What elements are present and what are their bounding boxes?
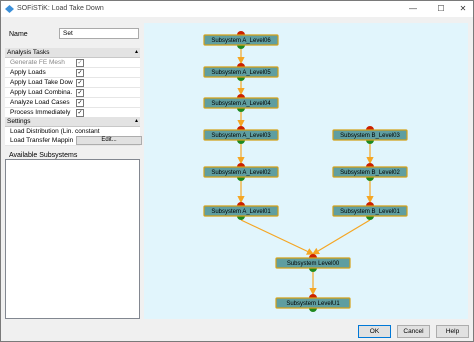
node-label: Subsystem A_Level06 — [211, 38, 271, 44]
task-label: Apply Load Combina… — [10, 89, 73, 96]
ok-button[interactable]: OK — [358, 325, 391, 338]
node-b01[interactable]: Subsystem B_Level01 — [332, 202, 408, 220]
analysis-tasks-header[interactable]: Analysis Tasks ▴ — [5, 48, 140, 58]
name-label: Name — [9, 31, 28, 38]
analysis-tasks-title: Analysis Tasks — [7, 49, 50, 56]
load-transfer-mapping-label: Load Transfer Mapping — [10, 137, 73, 144]
collapse-icon[interactable]: ▴ — [135, 117, 138, 124]
node-l00[interactable]: Subsystem Level00 — [275, 254, 351, 272]
task-row-apply-load-take-down: Apply Load Take Down ✓ — [5, 78, 140, 88]
load-distribution-label: Load Distribution (Lin… — [10, 128, 73, 135]
task-label: Analyze Load Cases — [10, 99, 70, 106]
node-label: Subsystem Level00 — [287, 261, 340, 267]
close-button[interactable]: ✕ — [451, 1, 474, 17]
title-bar: SOFiSTiK: Load Take Down — ☐ ✕ — [1, 1, 473, 17]
analyze-load-cases-checkbox[interactable]: ✓ — [76, 99, 84, 107]
task-label: Generate FE Mesh — [10, 59, 65, 66]
node-a04[interactable]: Subsystem A_Level04 — [203, 94, 279, 112]
maximize-button[interactable]: ☐ — [429, 1, 453, 17]
task-row-apply-loads: Apply Loads ✓ — [5, 68, 140, 78]
subsystem-graph-canvas[interactable]: Subsystem A_Level06 Subsystem A_Level05 Su… — [144, 23, 468, 319]
node-label: Subsystem B_Level03 — [340, 133, 400, 139]
node-b02[interactable]: Subsystem B_Level02 — [332, 163, 408, 181]
process-immediately-checkbox[interactable]: ✓ — [76, 109, 84, 117]
node-u01[interactable]: Subsystem LevelU1 — [275, 294, 351, 312]
task-row-generate-fe-mesh: Generate FE Mesh ✓ — [5, 58, 140, 68]
available-subsystems-label: Available Subsystems — [9, 152, 78, 159]
name-input[interactable]: Set — [59, 28, 139, 39]
node-label: Subsystem A_Level02 — [211, 170, 271, 176]
node-label: Subsystem B_Level01 — [340, 209, 400, 215]
node-label: Subsystem A_Level01 — [211, 209, 271, 215]
task-label: Process Immediately — [10, 109, 71, 116]
task-row-apply-load-combinations: Apply Load Combina… ✓ — [5, 88, 140, 98]
task-label: Apply Load Take Down — [10, 79, 73, 86]
load-distribution-value[interactable]: constant — [75, 128, 100, 135]
cancel-button[interactable]: Cancel — [397, 325, 430, 338]
edge-b01-l00 — [311, 219, 371, 255]
node-b03[interactable]: Subsystem B_Level03 — [332, 126, 408, 144]
apply-load-combinations-checkbox[interactable]: ✓ — [76, 89, 84, 97]
available-subsystems-list[interactable] — [5, 159, 140, 319]
load-take-down-window: SOFiSTiK: Load Take Down — ☐ ✕ Name Set … — [0, 0, 474, 342]
node-label: Subsystem LevelU1 — [286, 301, 340, 307]
settings-title: Settings — [7, 118, 31, 125]
node-a03[interactable]: Subsystem A_Level03 — [203, 126, 279, 144]
generate-fe-mesh-checkbox[interactable]: ✓ — [76, 59, 84, 67]
settings-header[interactable]: Settings ▴ — [5, 117, 140, 127]
subsystem-graph: Subsystem A_Level06 Subsystem A_Level05 Su… — [203, 31, 408, 312]
collapse-icon[interactable]: ▴ — [135, 48, 138, 55]
task-row-analyze-load-cases: Analyze Load Cases ✓ — [5, 98, 140, 108]
help-button[interactable]: Help — [436, 325, 469, 338]
node-label: Subsystem A_Level03 — [211, 133, 271, 139]
node-label: Subsystem B_Level02 — [340, 170, 400, 176]
node-a05[interactable]: Subsystem A_Level05 — [203, 63, 279, 81]
node-label: Subsystem A_Level04 — [211, 101, 271, 107]
node-a06[interactable]: Subsystem A_Level06 — [203, 31, 279, 49]
apply-load-take-down-checkbox[interactable]: ✓ — [76, 79, 84, 87]
edge-a01-l00 — [240, 219, 315, 255]
node-a01[interactable]: Subsystem A_Level01 — [203, 202, 279, 220]
node-label: Subsystem A_Level05 — [211, 70, 271, 76]
task-label: Apply Loads — [10, 69, 46, 76]
sofistik-app-icon — [5, 5, 14, 13]
edit-mapping-button[interactable]: Edit... — [76, 136, 142, 145]
window-title: SOFiSTiK: Load Take Down — [17, 5, 104, 12]
node-a02[interactable]: Subsystem A_Level02 — [203, 163, 279, 181]
apply-loads-checkbox[interactable]: ✓ — [76, 69, 84, 77]
minimize-button[interactable]: — — [401, 1, 425, 17]
setting-row-load-transfer-mapping: Load Transfer Mapping Edit... — [5, 136, 142, 146]
